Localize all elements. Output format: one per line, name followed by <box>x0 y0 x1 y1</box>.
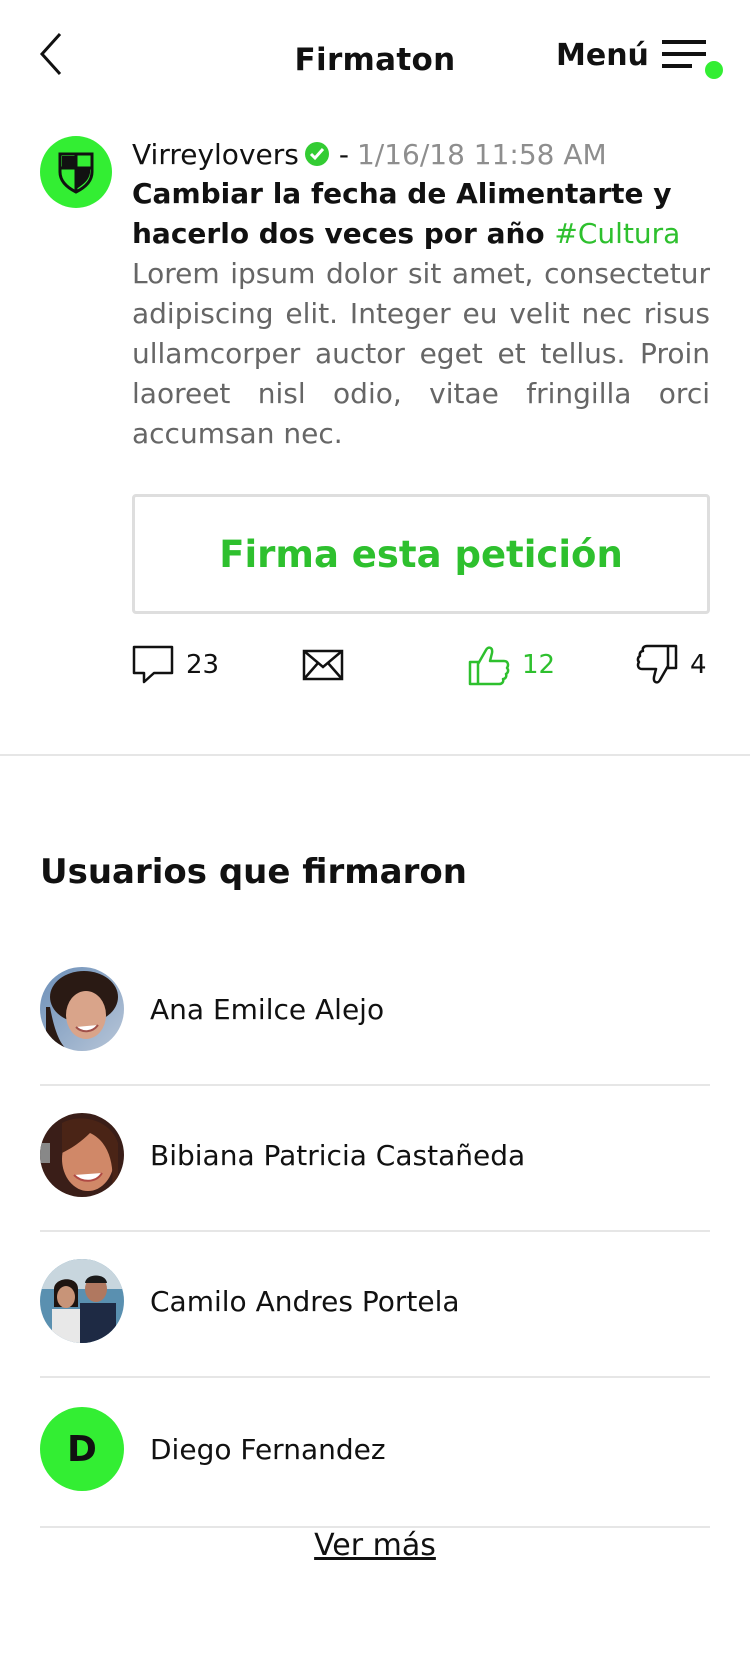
post-actions: 23 12 4 <box>132 640 710 690</box>
header-bar: Firmaton Menú <box>0 0 750 110</box>
dislike-button[interactable]: 4 <box>636 640 707 690</box>
post-hashtag[interactable]: #Cultura <box>554 217 680 250</box>
thumbs-down-icon <box>636 644 678 684</box>
sign-petition-button[interactable]: Firma esta petición <box>132 494 710 614</box>
menu-button[interactable]: Menú <box>556 34 726 84</box>
signer-row[interactable]: D Diego Fernandez <box>40 1378 710 1528</box>
avatar <box>40 1113 124 1197</box>
signer-name: Diego Fernandez <box>150 1432 386 1466</box>
comment-icon <box>132 645 174 684</box>
avatar-initial: D <box>40 1407 124 1491</box>
author-avatar[interactable] <box>40 136 112 208</box>
share-mail-button[interactable] <box>302 640 344 690</box>
signer-row[interactable]: Ana Emilce Alejo <box>40 940 710 1086</box>
see-more-link[interactable]: Ver más <box>0 1528 750 1563</box>
signers-section-title: Usuarios que firmaron <box>40 852 467 892</box>
hamburger-icon <box>662 40 723 79</box>
comment-button[interactable]: 23 <box>132 640 219 690</box>
avatar <box>40 1259 124 1343</box>
like-count: 12 <box>522 650 556 680</box>
like-button[interactable]: 12 <box>468 640 555 690</box>
menu-label: Menú <box>556 38 649 73</box>
signer-row[interactable]: Camilo Andres Portela <box>40 1232 710 1378</box>
petition-post: Virreylovers - 1/16/18 11:58 AM Cambiar … <box>132 134 710 454</box>
post-body: Lorem ipsum dolor sit amet, consectetur … <box>132 257 710 450</box>
post-date: 1/16/18 11:58 AM <box>356 137 607 171</box>
signer-name: Camilo Andres Portela <box>150 1284 460 1318</box>
avatar <box>40 967 124 1051</box>
section-divider <box>0 754 750 756</box>
mail-icon <box>302 649 344 681</box>
meta-separator: - <box>338 137 349 171</box>
author-name[interactable]: Virreylovers <box>132 138 299 171</box>
thumbs-up-icon <box>468 646 510 686</box>
signer-name: Bibiana Patricia Castañeda <box>150 1138 526 1172</box>
signer-name: Ana Emilce Alejo <box>150 992 385 1026</box>
comment-count: 23 <box>186 650 220 680</box>
dislike-count: 4 <box>690 650 707 680</box>
signers-list: Ana Emilce Alejo Bibiana Patricia Castañ… <box>40 940 710 1528</box>
verified-check-icon <box>304 142 329 166</box>
post-title: Cambiar la fecha de Alimentarte y hacerl… <box>132 174 710 254</box>
post-meta: Virreylovers - 1/16/18 11:58 AM <box>132 134 710 174</box>
signer-row[interactable]: Bibiana Patricia Castañeda <box>40 1086 710 1232</box>
shield-icon <box>58 152 94 194</box>
